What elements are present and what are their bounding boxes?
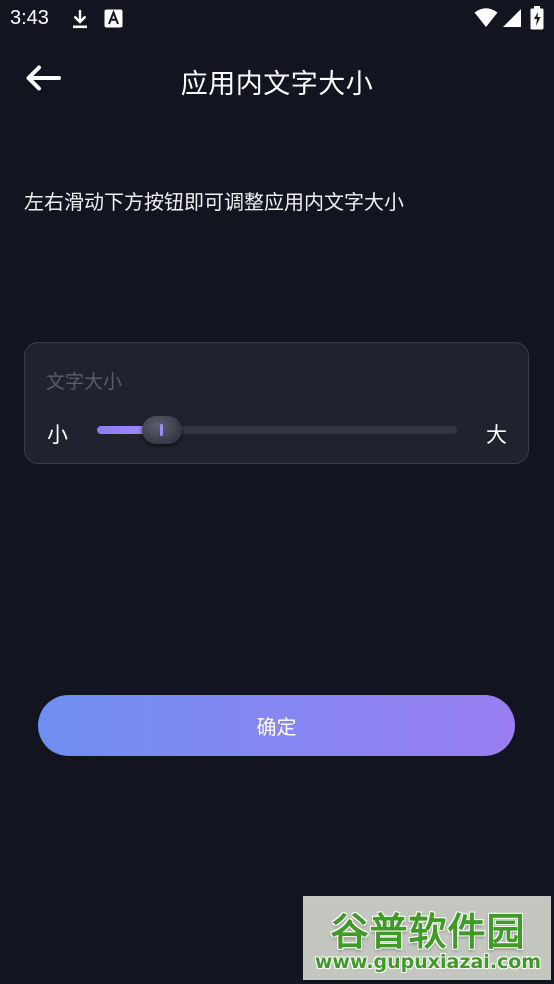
font-size-slider[interactable] bbox=[97, 416, 457, 444]
slider-min-label: 小 bbox=[47, 423, 68, 447]
instruction-text: 左右滑动下方按钮即可调整应用内文字大小 bbox=[24, 190, 404, 214]
accessibility-a-icon bbox=[104, 9, 123, 32]
status-bar: 3:43 bbox=[0, 0, 554, 38]
watermark-url: www.gupuxiazai.com bbox=[314, 951, 542, 973]
font-size-label: 文字大小 bbox=[46, 371, 123, 393]
font-size-card: 文字大小 小 大 bbox=[24, 342, 529, 464]
download-icon bbox=[70, 8, 90, 34]
screen: 3:43 应用内文字大小 左右滑动下方按钮即可调整应用内文字大小 文字大小 小 … bbox=[0, 0, 554, 984]
confirm-button[interactable]: 确定 bbox=[38, 695, 515, 756]
status-time: 3:43 bbox=[10, 7, 49, 29]
thumb-grip-icon bbox=[159, 424, 163, 436]
slider-max-label: 大 bbox=[486, 423, 507, 447]
wifi-icon bbox=[474, 8, 498, 32]
battery-charging-icon bbox=[530, 6, 544, 34]
slider-thumb[interactable] bbox=[141, 416, 182, 444]
page-title: 应用内文字大小 bbox=[180, 69, 374, 100]
signal-icon bbox=[502, 8, 522, 32]
watermark-logo: 谷普软件园 bbox=[330, 910, 526, 954]
watermark: 谷普软件园 www.gupuxiazai.com bbox=[303, 896, 551, 980]
